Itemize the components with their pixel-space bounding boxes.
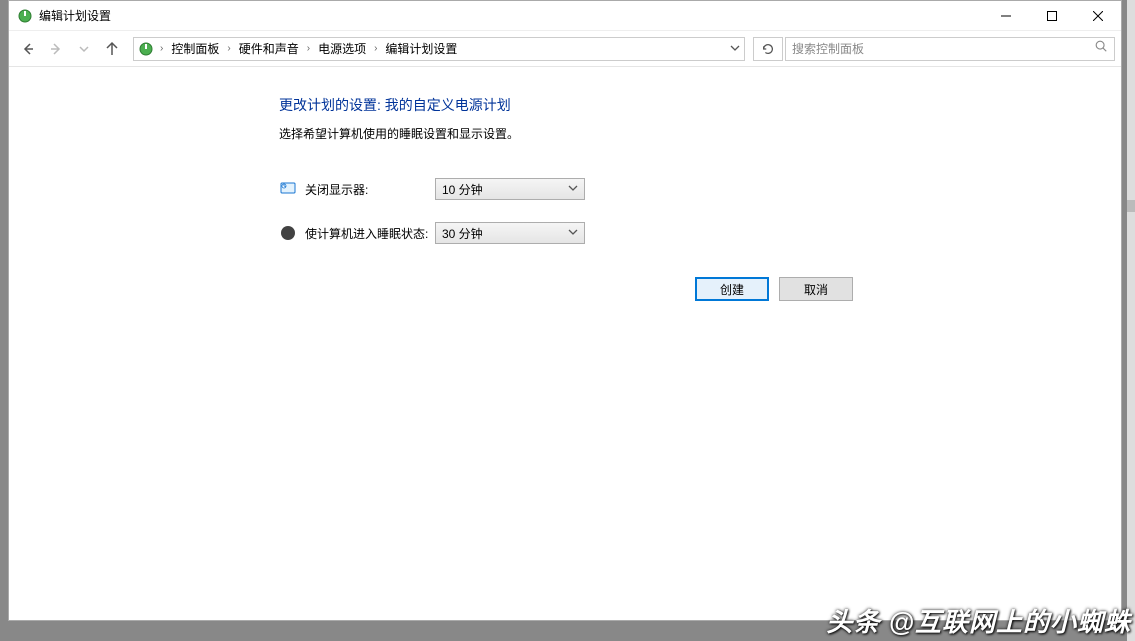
control-panel-icon — [138, 41, 154, 57]
watermark-text: 头条 @互联网上的小蜘蛛 — [826, 602, 1131, 639]
display-icon — [279, 180, 297, 198]
sleep-label: 使计算机进入睡眠状态: — [305, 225, 435, 242]
sleep-dropdown[interactable]: 30 分钟 — [435, 222, 585, 244]
breadcrumb-item[interactable]: 编辑计划设置 — [383, 40, 459, 57]
chevron-right-icon: › — [225, 43, 232, 54]
window-title: 编辑计划设置 — [39, 7, 983, 24]
address-dropdown-icon[interactable] — [730, 42, 740, 56]
address-bar[interactable]: › 控制面板 › 硬件和声音 › 电源选项 › 编辑计划设置 — [133, 37, 745, 61]
back-button[interactable] — [15, 36, 41, 62]
action-buttons: 创建 取消 — [695, 277, 853, 301]
breadcrumb-item[interactable]: 硬件和声音 — [237, 40, 301, 57]
refresh-button[interactable] — [753, 37, 783, 61]
close-button[interactable] — [1075, 1, 1121, 30]
cancel-button[interactable]: 取消 — [779, 277, 853, 301]
sleep-icon — [279, 224, 297, 242]
titlebar: 编辑计划设置 — [9, 1, 1121, 31]
page-subheading: 选择希望计算机使用的睡眠设置和显示设置。 — [279, 125, 1121, 142]
minimize-button[interactable] — [983, 1, 1029, 30]
chevron-right-icon: › — [305, 43, 312, 54]
page-heading: 更改计划的设置: 我的自定义电源计划 — [279, 95, 1121, 115]
window-controls — [983, 1, 1121, 30]
scrollbar-thumb — [1127, 200, 1135, 212]
navbar: › 控制面板 › 硬件和声音 › 电源选项 › 编辑计划设置 — [9, 31, 1121, 67]
breadcrumb-item[interactable]: 电源选项 — [316, 40, 368, 57]
dropdown-value: 30 分钟 — [442, 225, 483, 242]
forward-button[interactable] — [43, 36, 69, 62]
sleep-row: 使计算机进入睡眠状态: 30 分钟 — [279, 222, 1121, 244]
recent-locations-button[interactable] — [71, 36, 97, 62]
turn-off-display-dropdown[interactable]: 10 分钟 — [435, 178, 585, 200]
create-button[interactable]: 创建 — [695, 277, 769, 301]
search-box[interactable] — [785, 37, 1115, 61]
search-icon — [1094, 39, 1108, 58]
turn-off-display-row: 关闭显示器: 10 分钟 — [279, 178, 1121, 200]
chevron-right-icon: › — [372, 43, 379, 54]
background-scrollbar — [1127, 0, 1135, 641]
content-area: 更改计划的设置: 我的自定义电源计划 选择希望计算机使用的睡眠设置和显示设置。 … — [9, 67, 1121, 620]
turn-off-display-label: 关闭显示器: — [305, 181, 435, 198]
search-input[interactable] — [792, 42, 1094, 56]
dropdown-value: 10 分钟 — [442, 181, 483, 198]
chevron-down-icon — [568, 226, 578, 240]
control-panel-window: 编辑计划设置 › — [8, 0, 1122, 621]
chevron-right-icon: › — [158, 43, 165, 54]
power-options-icon — [17, 8, 33, 24]
maximize-button[interactable] — [1029, 1, 1075, 30]
chevron-down-icon — [568, 182, 578, 196]
up-button[interactable] — [99, 36, 125, 62]
breadcrumb-item[interactable]: 控制面板 — [169, 40, 221, 57]
